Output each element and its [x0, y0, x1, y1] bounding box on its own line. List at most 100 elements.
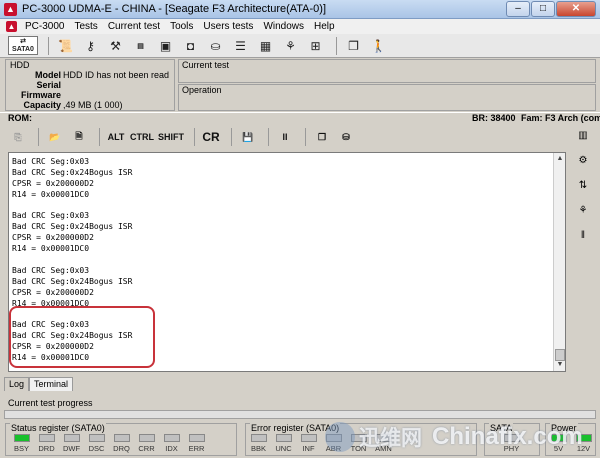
copy-icon[interactable]: ❐ [312, 128, 332, 146]
scroll-icon[interactable]: 📜 [55, 36, 76, 55]
toolbar-separator [48, 36, 49, 55]
network-icon[interactable]: ⚙ [573, 151, 593, 171]
chip-2-icon[interactable]: ◘ [180, 36, 201, 55]
menu-current-test[interactable]: Current test [103, 21, 165, 32]
tab-log[interactable]: Log [4, 377, 30, 391]
open-file-icon[interactable]: 📂 [45, 128, 65, 146]
stack-icon[interactable]: ☰ [230, 36, 251, 55]
register-bit: INF [296, 434, 321, 453]
register-bit: 12V [571, 434, 596, 453]
register-bit-label: UNC [275, 444, 292, 453]
tree-branch-icon[interactable]: ⚘ [573, 201, 593, 221]
copy-window-icon[interactable]: ❐ [343, 36, 364, 55]
highlight-annotation [9, 306, 155, 368]
terminal-line: Bad CRC Seg:0x03 [12, 157, 90, 166]
title-bar: ▲ PC-3000 UDMA-E - CHINA - [Seagate F3 A… [0, 0, 600, 19]
current-test-panel: Current test [178, 59, 596, 83]
menu-users-tests[interactable]: Users tests [198, 21, 258, 32]
cr-button[interactable]: CR [201, 128, 221, 146]
minimize-button[interactable]: – [506, 1, 530, 17]
wrench-icon[interactable]: ⚒ [105, 36, 126, 55]
led-indicator [325, 434, 342, 442]
led-indicator [88, 434, 105, 442]
menu-tools[interactable]: Tools [165, 21, 198, 32]
system-menu-icon[interactable]: ▲ [6, 21, 17, 32]
register-bit: DRQ [109, 434, 134, 453]
hdd-panel-icon[interactable]: ▥ [573, 126, 593, 146]
tree-icon[interactable]: ⚘ [280, 36, 301, 55]
error-register-panel: Error register (SATA0) BBK UNC INF ABR TON AM… [245, 423, 477, 456]
grid-icon[interactable]: ▦ [255, 36, 276, 55]
right-pause-icon[interactable]: ‖ [573, 226, 593, 246]
sata-config-icon[interactable]: ⇅ [573, 176, 593, 196]
tab-terminal[interactable]: Terminal [29, 377, 74, 391]
menu-pc3000[interactable]: PC-3000 [20, 21, 69, 32]
register-bit: 5V [546, 434, 571, 453]
disk-drive-icon[interactable]: ⛀ [205, 36, 226, 55]
register-bit: DRD [34, 434, 59, 453]
terminal-line: CPSR = 0x200000D2 [12, 287, 94, 297]
scroll-down-arrow-icon[interactable]: ▼ [555, 360, 565, 370]
register-bit: BSY [9, 434, 34, 453]
register-bit-label: BBK [250, 444, 266, 453]
save-icon[interactable]: 💾 [238, 128, 258, 146]
toolbar-separator [99, 128, 100, 146]
sata-leds: PHY [499, 434, 524, 453]
save-log-icon[interactable]: 🗎 [69, 128, 89, 146]
scroll-up-arrow-icon[interactable]: ▲ [555, 154, 565, 164]
terminal-scrollbar[interactable]: ▲ ▼ [553, 153, 565, 371]
connect-icon[interactable]: ⎘ [8, 128, 28, 146]
terminal-line: Bad CRC Seg:0x03 [12, 211, 90, 221]
toolbar-separator [268, 128, 269, 146]
pause-button[interactable]: II [275, 128, 295, 146]
register-bit-label: DRD [38, 444, 55, 453]
hdd-id-icon[interactable]: ▤ [130, 36, 151, 55]
alt-button[interactable]: ALT [106, 128, 126, 146]
sata-panel: SATA PHY [484, 423, 540, 456]
capacity-row: Capacity ,49 MB (1 000) [6, 100, 176, 111]
sata-port-button[interactable]: ⇄ SATA0 [8, 36, 38, 55]
led-indicator [250, 434, 267, 442]
operation-legend: Operation [182, 85, 222, 95]
current-test-legend: Current test [182, 60, 230, 70]
register-bit-label: ABR [325, 444, 342, 453]
register-bit-label: PHY [503, 444, 520, 453]
register-bit: DWF [59, 434, 84, 453]
maximize-button[interactable]: □ [531, 1, 555, 17]
bottom-tabs: Log Terminal [4, 377, 74, 391]
menu-help[interactable]: Help [309, 21, 340, 32]
register-bit-label: CRR [138, 444, 155, 453]
ctrl-button[interactable]: CTRL [130, 128, 154, 146]
sata-port-icon: ⇄ [20, 37, 26, 45]
terminal-line: R14 = 0x00001DC0 [12, 244, 90, 254]
model-label: Model [35, 70, 61, 80]
model-value: HDD ID has not been read [63, 70, 170, 80]
register-bit: ABR [321, 434, 346, 453]
led-indicator [138, 434, 155, 442]
register-bit-label: TON [350, 444, 367, 453]
close-button[interactable]: ✕ [556, 1, 596, 17]
app-logo-icon: ▲ [4, 3, 17, 16]
led-indicator [113, 434, 130, 442]
register-bit-label: DRQ [113, 444, 130, 453]
key-icon[interactable]: ⚷ [80, 36, 101, 55]
right-toolbar: ▥ ⚙ ⇅ ⚘ ‖ [570, 126, 596, 246]
database-icon[interactable]: ⛁ [336, 128, 356, 146]
terminal-line: Bad CRC Seg:0x03 [12, 265, 90, 275]
menu-windows[interactable]: Windows [258, 21, 309, 32]
family-label: Fam: F3 Arch (comm [521, 113, 600, 123]
menu-tests[interactable]: Tests [69, 21, 102, 32]
sata-legend: SATA [489, 423, 514, 433]
walking-man-icon[interactable]: 🚶 [368, 36, 389, 55]
led-indicator [188, 434, 205, 442]
chip-icon[interactable]: ▣ [155, 36, 176, 55]
toolbar-separator [231, 128, 232, 146]
register-bit: IDX [159, 434, 184, 453]
register-bit: CRR [134, 434, 159, 453]
register-bit-label: ERR [188, 444, 205, 453]
operation-panel: Operation [178, 84, 596, 111]
flowchart-icon[interactable]: ⊞ [305, 36, 326, 55]
shift-button[interactable]: SHIFT [158, 128, 184, 146]
